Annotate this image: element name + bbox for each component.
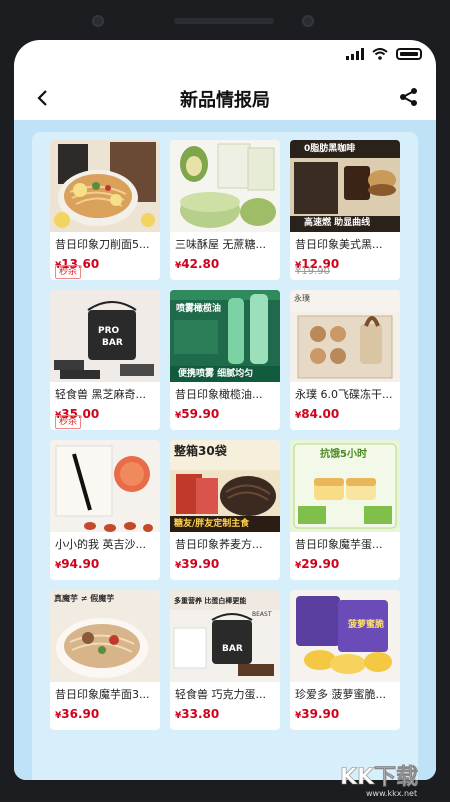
price-value: 39.90	[301, 707, 340, 721]
product-name: 小小的我 英吉沙...	[55, 538, 146, 551]
phone-frame: 新品情报局 昔日印象刀削面5... ¥13.60 秒杀 三味酥屋 无蔗糖... …	[0, 0, 450, 800]
wifi-icon	[372, 48, 388, 60]
product-price: ¥29.90	[290, 557, 400, 573]
noodle-bowl-image	[50, 140, 160, 232]
green-pastry-image	[170, 140, 280, 232]
product-panel: 昔日印象刀削面5... ¥13.60 秒杀 三味酥屋 无蔗糖... ¥42.80…	[32, 132, 418, 780]
konjac-cake-image: 抗饿5小时	[290, 440, 400, 532]
thumb-caption: BAR	[222, 644, 243, 654]
thumb-caption: 0脂肪黑咖啡	[304, 144, 356, 154]
product-grid: 昔日印象刀削面5... ¥13.60 秒杀 三味酥屋 无蔗糖... ¥42.80…	[32, 140, 418, 730]
price-value: 59.90	[181, 407, 220, 421]
product-card[interactable]: 昔日印象刀削面5... ¥13.60 秒杀	[50, 140, 160, 280]
product-price: ¥39.90	[170, 557, 280, 573]
thumb-caption: 糖友/胖友定制主食	[174, 519, 250, 529]
content-area: 昔日印象刀削面5... ¥13.60 秒杀 三味酥屋 无蔗糖... ¥42.80…	[14, 120, 436, 780]
product-card[interactable]: PRO BAR 轻食兽 黑芝麻奇... ¥35.00 秒杀	[50, 290, 160, 430]
product-card[interactable]: 多重营养 比蛋白棒更能 BEAST BAR 轻食兽 巧克力蛋... ¥33.80	[170, 590, 280, 730]
jackfruit-chips-image: 菠萝蜜脆	[290, 590, 400, 682]
product-card[interactable]: 永璞 永璞 6.0飞碟冻干... ¥84.00	[290, 290, 400, 430]
original-price-value: 19.90	[301, 266, 331, 277]
product-price: ¥94.90	[50, 557, 160, 573]
camera-dot	[92, 15, 104, 27]
buckwheat-noodles-image: 整箱30袋 糖友/胖友定制主食	[170, 440, 280, 532]
thumb-caption: BEAST	[252, 611, 272, 618]
thumb-caption: 多重营养 比蛋白棒更能	[174, 597, 247, 605]
phone-top-bezel	[0, 0, 450, 40]
product-card[interactable]: 菠萝蜜脆 珍爱多 菠萝蜜脆... ¥39.90	[290, 590, 400, 730]
signal-icon	[346, 48, 364, 60]
price-value: 84.00	[301, 407, 340, 421]
product-price: ¥84.00	[290, 407, 400, 423]
product-name: 轻食兽 黑芝麻奇...	[55, 388, 146, 401]
nav-bar: 新品情报局	[14, 76, 436, 120]
product-card[interactable]: 抗饿5小时 昔日印象魔芋蛋... ¥29.90	[290, 440, 400, 580]
watermark-url: www.kkx.net	[366, 789, 417, 798]
watermark-text: KK下载	[340, 764, 418, 790]
product-name: 昔日印象荞麦方...	[175, 538, 263, 551]
product-price: ¥59.90	[170, 407, 280, 423]
protein-bar-bucket-image: PRO BAR	[50, 290, 160, 382]
thumb-caption: 喷雾橄榄油	[176, 304, 222, 314]
product-name: 昔日印象魔芋蛋...	[295, 538, 383, 551]
thumb-caption: 高速燃 助显曲线	[304, 218, 371, 228]
thumb-caption: 便携喷雾 细腻均匀	[178, 369, 254, 379]
page-title: 新品情报局	[180, 90, 270, 111]
product-card[interactable]: 三味酥屋 无蔗糖... ¥42.80	[170, 140, 280, 280]
product-name: 昔日印象刀削面5...	[55, 238, 150, 251]
product-name: 昔日印象美式黑...	[295, 238, 383, 251]
product-name: 轻食兽 巧克力蛋...	[175, 688, 266, 701]
chocolate-protein-image: 多重营养 比蛋白棒更能 BEAST BAR	[170, 590, 280, 682]
product-price: ¥42.80	[170, 257, 280, 273]
olive-oil-spray-image: 喷雾橄榄油 便携喷雾 细腻均匀	[170, 290, 280, 382]
battery-icon	[396, 48, 422, 60]
flash-sale-badge: 秒杀	[55, 415, 82, 429]
product-name: 昔日印象魔芋面3...	[55, 688, 150, 701]
product-card[interactable]: 0脂肪黑咖啡 高速燃 助显曲线 昔日印象美式黑... ¥12.90 ¥19.90	[290, 140, 400, 280]
product-card[interactable]: 真魔芋 ≠ 假魔芋 昔日印象魔芋面3... ¥36.90	[50, 590, 160, 730]
share-icon	[400, 88, 417, 106]
thumb-caption: 永璞	[294, 294, 310, 303]
freeze-dried-coffee-image: 永璞	[290, 290, 400, 382]
watermark-logo: KK下载 www.kkx.net	[336, 758, 446, 798]
product-name: 三味酥屋 无蔗糖...	[175, 238, 266, 251]
thumb-caption: BAR	[102, 338, 123, 348]
product-price: ¥39.90	[290, 707, 400, 723]
flash-sale-badge: 秒杀	[55, 265, 82, 279]
product-price: ¥36.90	[50, 707, 160, 723]
product-card[interactable]: 整箱30袋 糖友/胖友定制主食 昔日印象荞麦方... ¥39.90	[170, 440, 280, 580]
price-value: 42.80	[181, 257, 220, 271]
status-bar	[14, 40, 436, 72]
konjac-noodles-image: 真魔芋 ≠ 假魔芋	[50, 590, 160, 682]
camera-dot	[302, 15, 314, 27]
product-card[interactable]: 喷雾橄榄油 便携喷雾 细腻均匀 昔日印象橄榄油... ¥59.90	[170, 290, 280, 430]
product-card[interactable]: 小小的我 英吉沙... ¥94.90	[50, 440, 160, 580]
original-price: ¥19.90	[295, 266, 330, 277]
product-price: ¥33.80	[170, 707, 280, 723]
price-value: 39.90	[181, 557, 220, 571]
thumb-caption: 菠萝蜜脆	[348, 620, 385, 630]
product-name: 珍爱多 菠萝蜜脆...	[295, 688, 386, 701]
price-value: 94.90	[61, 557, 100, 571]
price-value: 36.90	[61, 707, 100, 721]
app-screen: 新品情报局 昔日印象刀削面5... ¥13.60 秒杀 三味酥屋 无蔗糖... …	[14, 40, 436, 780]
apricot-box-image	[50, 440, 160, 532]
thumb-caption: 整箱30袋	[174, 444, 227, 458]
price-value: 29.90	[301, 557, 340, 571]
product-name: 永璞 6.0飞碟冻干...	[295, 388, 393, 401]
speaker-grille	[174, 18, 274, 24]
thumb-caption: 真魔芋 ≠ 假魔芋	[54, 594, 115, 603]
share-button[interactable]	[398, 86, 422, 110]
product-name: 昔日印象橄榄油...	[175, 388, 263, 401]
price-value: 33.80	[181, 707, 220, 721]
thumb-caption: 抗饿5小时	[320, 449, 367, 460]
black-coffee-image: 0脂肪黑咖啡 高速燃 助显曲线	[290, 140, 400, 232]
thumb-caption: PRO	[98, 326, 120, 336]
